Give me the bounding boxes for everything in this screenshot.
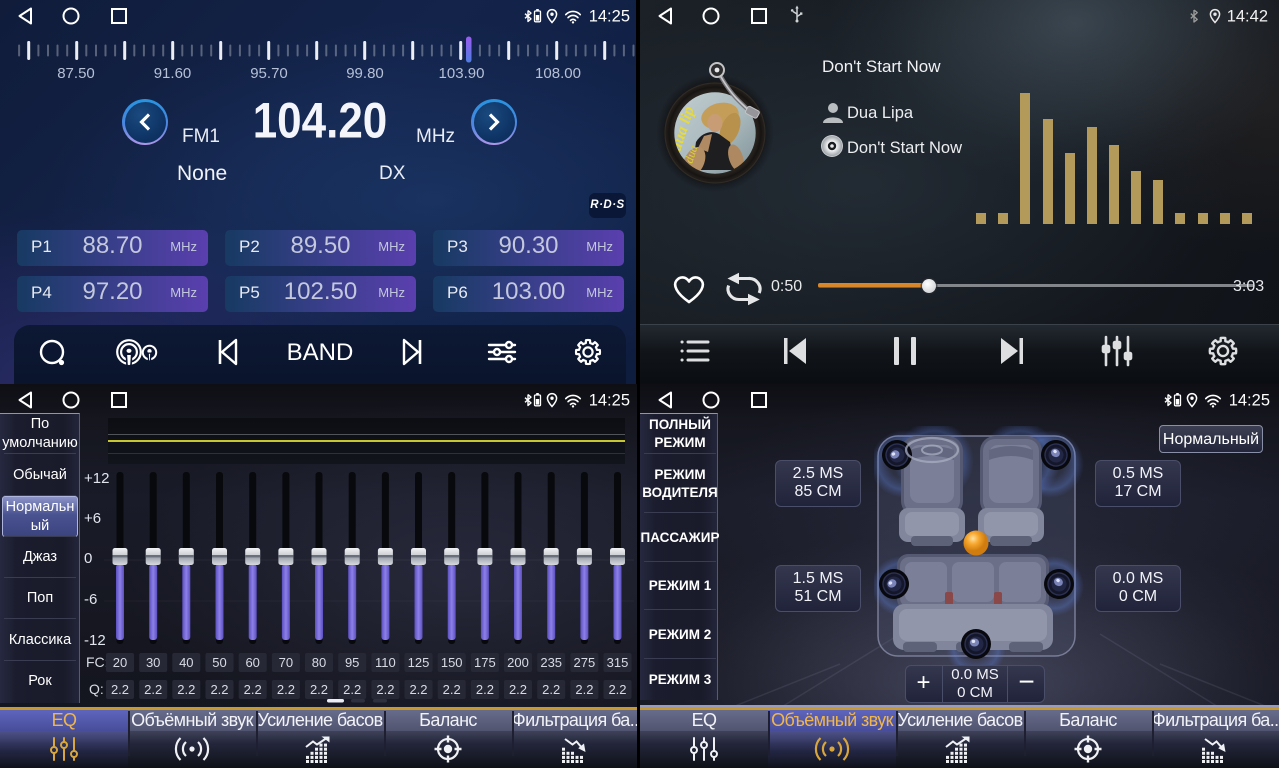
svg-text:103.90: 103.90 bbox=[439, 65, 485, 82]
svg-text:2.2: 2.2 bbox=[575, 682, 593, 697]
svg-text:20: 20 bbox=[113, 655, 127, 670]
svg-text:2.2: 2.2 bbox=[144, 682, 162, 697]
svg-text:30: 30 bbox=[146, 655, 160, 670]
svg-text:275: 275 bbox=[574, 655, 596, 670]
svg-text:2.2: 2.2 bbox=[343, 682, 361, 697]
svg-text:95: 95 bbox=[345, 655, 359, 670]
svg-text:315: 315 bbox=[607, 655, 629, 670]
svg-text:2.2: 2.2 bbox=[542, 682, 560, 697]
svg-text:80: 80 bbox=[312, 655, 326, 670]
svg-text:2.2: 2.2 bbox=[476, 682, 494, 697]
svg-text:FC:: FC: bbox=[86, 654, 109, 670]
svg-text:40: 40 bbox=[179, 655, 193, 670]
svg-text:2.2: 2.2 bbox=[409, 682, 427, 697]
svg-text:91.60: 91.60 bbox=[154, 65, 192, 82]
svg-text:95.70: 95.70 bbox=[250, 65, 288, 82]
svg-text:2.2: 2.2 bbox=[111, 682, 129, 697]
svg-text:99.80: 99.80 bbox=[346, 65, 384, 82]
svg-text:60: 60 bbox=[245, 655, 259, 670]
svg-text:87.50: 87.50 bbox=[57, 65, 95, 82]
svg-text:110: 110 bbox=[375, 655, 396, 670]
svg-text:70: 70 bbox=[279, 655, 293, 670]
svg-text:BAND: BAND bbox=[287, 339, 354, 366]
svg-text:14:25: 14:25 bbox=[1229, 392, 1270, 410]
svg-text:2.2: 2.2 bbox=[277, 682, 295, 697]
svg-text:Q:: Q: bbox=[89, 681, 104, 697]
svg-text:200: 200 bbox=[507, 655, 529, 670]
svg-text:2.2: 2.2 bbox=[210, 682, 228, 697]
svg-text:2.2: 2.2 bbox=[509, 682, 527, 697]
svg-text:150: 150 bbox=[441, 655, 463, 670]
svg-text:50: 50 bbox=[212, 655, 226, 670]
svg-text:2.2: 2.2 bbox=[177, 682, 195, 697]
svg-text:2.2: 2.2 bbox=[310, 682, 328, 697]
svg-text:2.2: 2.2 bbox=[244, 682, 262, 697]
svg-text:108.00: 108.00 bbox=[535, 65, 581, 82]
svg-text:175: 175 bbox=[474, 655, 496, 670]
svg-text:125: 125 bbox=[408, 655, 430, 670]
svg-text:2.2: 2.2 bbox=[608, 682, 626, 697]
svg-text:2.2: 2.2 bbox=[443, 682, 461, 697]
svg-text:235: 235 bbox=[540, 655, 562, 670]
svg-text:2.2: 2.2 bbox=[376, 682, 394, 697]
